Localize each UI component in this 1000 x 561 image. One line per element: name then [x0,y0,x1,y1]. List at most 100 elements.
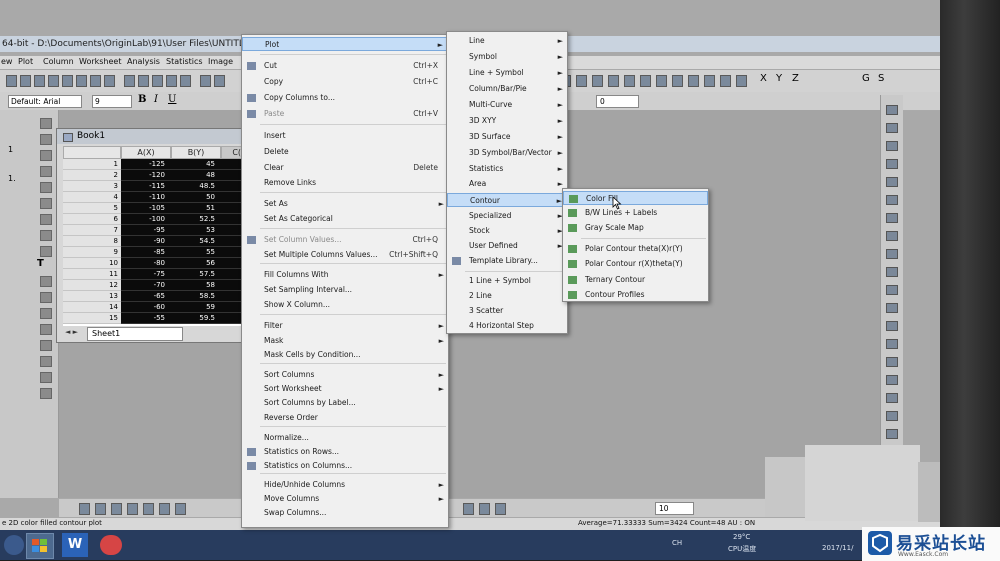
menu-item[interactable]: 3D XYY ► [447,114,567,128]
tool-icon[interactable] [886,339,898,349]
tool-icon[interactable] [886,105,898,115]
notes-icon[interactable] [104,75,115,87]
sheet-tab[interactable]: Sheet1 [87,327,183,341]
app-icon[interactable] [100,535,122,555]
row-number[interactable]: 13 [63,291,121,302]
menu-item[interactable]: Multi-Curve ► [447,98,567,112]
menu-item[interactable]: Statistics on Columns... [242,459,448,473]
menu-item[interactable]: Line + Symbol ► [447,66,567,80]
cell-a[interactable]: -100 [121,214,171,225]
cross-tool-icon[interactable] [40,166,52,177]
menu-item-plot[interactable]: Plot [18,57,33,66]
menu-item[interactable]: Plot ► [242,37,448,51]
cell-a[interactable]: -55 [121,313,171,324]
plot-icon[interactable] [143,503,154,515]
menu-item[interactable]: Polar Contour theta(X)r(Y) [563,242,708,256]
menu-item[interactable]: Cut Ctrl+X [242,59,448,73]
mask-icon[interactable] [40,230,52,241]
cell-b[interactable]: 54.5 [171,236,221,247]
menu-item[interactable]: Stock ► [447,224,567,238]
save-all-icon[interactable] [138,75,149,87]
workbook-window[interactable]: Book1 A(X) B(Y) C(Z) 1-125452-120483-115… [56,128,256,343]
menu-item-image[interactable]: Image [208,57,233,66]
row-number[interactable]: 2 [63,170,121,181]
menu-item[interactable]: User Defined ► [447,239,567,253]
cell-b[interactable]: 50 [171,192,221,203]
cell-a[interactable]: -80 [121,258,171,269]
chart-icon[interactable] [608,75,619,87]
menu-item[interactable]: Ternary Contour [563,273,708,287]
region-tool-icon[interactable] [40,340,52,351]
language-indicator[interactable]: CH [672,539,682,547]
plot-icon[interactable] [159,503,170,515]
cell-b[interactable]: 56 [171,258,221,269]
menu-item[interactable]: Set As ► [242,197,448,211]
workbook-title-bar[interactable]: Book1 [57,129,255,144]
plot-icon[interactable] [495,503,506,515]
word-app-icon[interactable]: W [62,533,88,557]
cell-b[interactable]: 51 [171,203,221,214]
plot-icon[interactable] [79,503,90,515]
tool-icon[interactable] [886,213,898,223]
menu-item[interactable]: Set Sampling Interval... [242,283,448,297]
menu-item[interactable]: Move Columns ► [242,492,448,506]
cell-a[interactable]: -120 [121,170,171,181]
new-icon[interactable] [6,75,17,87]
duplicate-icon[interactable] [214,75,225,87]
underline-button[interactable]: U [168,94,176,105]
cell-b[interactable]: 59 [171,302,221,313]
menu-item[interactable]: Insert [242,129,448,143]
menu-item[interactable]: Paste Ctrl+V [242,107,448,121]
selector-icon[interactable] [40,214,52,225]
s-button[interactable]: S [878,73,884,84]
chart-icon[interactable] [720,75,731,87]
menu-item[interactable]: Area ► [447,177,567,191]
cell-b[interactable]: 57.5 [171,269,221,280]
export-icon[interactable] [166,75,177,87]
chart-icon[interactable] [592,75,603,87]
font-select[interactable]: Default: Arial [8,95,82,108]
menu-item[interactable]: Line ► [447,34,567,48]
screen-reader-icon[interactable] [40,182,52,193]
row-number[interactable]: 8 [63,236,121,247]
corner-cell[interactable] [63,146,121,159]
menu-item[interactable]: Set As Categorical [242,212,448,226]
layout-icon[interactable] [90,75,101,87]
plot-icon[interactable] [95,503,106,515]
menu-item[interactable]: Fill Columns With ► [242,268,448,282]
draw-data-icon[interactable] [40,246,52,257]
print-icon[interactable] [180,75,191,87]
row-number[interactable]: 5 [63,203,121,214]
cell-a[interactable]: -90 [121,236,171,247]
cell-a[interactable]: -60 [121,302,171,313]
italic-button[interactable]: I [154,94,158,105]
menu-item[interactable]: 1 Line + Symbol [447,274,567,288]
chart-icon[interactable] [704,75,715,87]
menu-item[interactable]: 3D Symbol/Bar/Vector ► [447,146,567,160]
chart-icon[interactable] [688,75,699,87]
menu-item[interactable]: B/W Lines + Labels [563,206,708,220]
menu-item[interactable]: 3 Scatter [447,304,567,318]
tool-icon[interactable] [886,393,898,403]
plot-icon[interactable] [463,503,474,515]
cell-b[interactable]: 48 [171,170,221,181]
menu-item[interactable]: 3D Surface ► [447,130,567,144]
column-header-b[interactable]: B(Y) [171,146,221,159]
row-number[interactable]: 3 [63,181,121,192]
line-tool-icon[interactable] [40,292,52,303]
menu-item[interactable]: Set Column Values... Ctrl+Q [242,233,448,247]
value-select[interactable]: 0 [596,95,639,108]
cell-b[interactable]: 53 [171,225,221,236]
menu-item[interactable]: Set Multiple Columns Values... Ctrl+Shift… [242,248,448,262]
chart-icon[interactable] [656,75,667,87]
cell-a[interactable]: -110 [121,192,171,203]
cell-a[interactable]: -70 [121,280,171,291]
row-number[interactable]: 7 [63,225,121,236]
menu-item[interactable]: Statistics on Rows... [242,445,448,459]
cell-a[interactable]: -65 [121,291,171,302]
menu-item[interactable]: Contour Profiles [563,288,708,302]
row-number[interactable]: 9 [63,247,121,258]
tool-icon[interactable] [886,429,898,439]
table-icon[interactable] [34,75,45,87]
text-tool-icon[interactable]: T [37,258,44,269]
